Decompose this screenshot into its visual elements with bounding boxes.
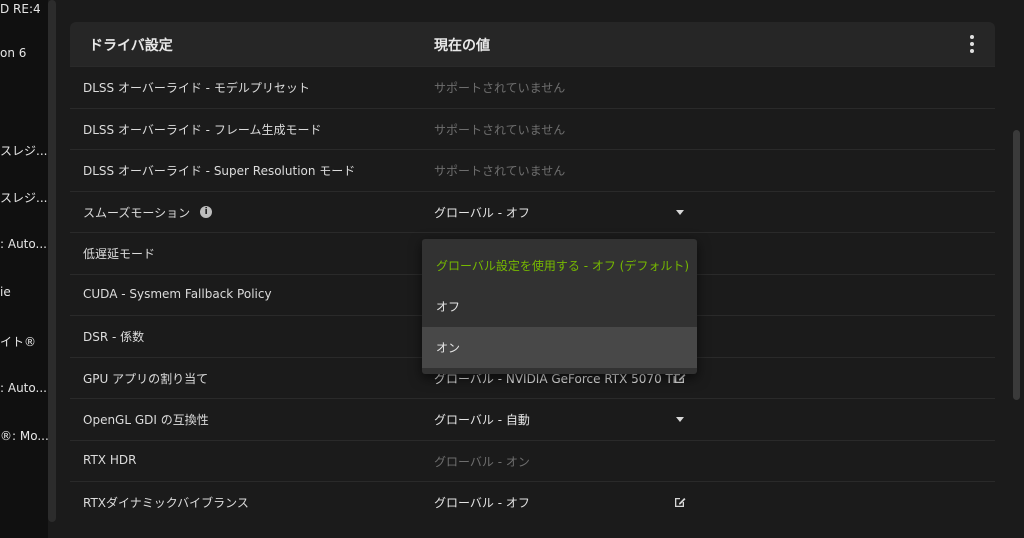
game-list-item[interactable]: : Auto... xyxy=(0,237,47,251)
game-list-item[interactable]: ®: Mo... xyxy=(0,429,48,443)
setting-label: RTXダイナミックバイブランス xyxy=(83,496,249,510)
setting-label: RTX HDR xyxy=(83,452,137,467)
settings-scrollbar[interactable] xyxy=(1013,130,1020,400)
setting-label: DSR - 係数 xyxy=(83,330,145,344)
edit-icon[interactable] xyxy=(673,495,687,509)
dropdown-option-default[interactable]: グローバル設定を使用する - オフ (デフォルト) xyxy=(422,245,697,286)
info-icon[interactable]: i xyxy=(200,206,213,218)
setting-row[interactable]: RTX HDR グローバル - オン xyxy=(70,439,995,482)
kebab-menu-icon[interactable] xyxy=(962,34,982,54)
setting-label: GPU アプリの割り当て xyxy=(83,371,209,386)
setting-row[interactable]: スムーズモーション i グローバル - オフ xyxy=(70,190,995,233)
setting-value: グローバル - オン xyxy=(434,454,530,469)
setting-row[interactable]: DLSS オーバーライド - Super Resolution モード サポート… xyxy=(70,149,995,191)
setting-row[interactable]: DLSS オーバーライド - モデルプリセット サポートされていません xyxy=(70,66,995,108)
setting-label: DLSS オーバーライド - モデルプリセット xyxy=(83,81,310,95)
setting-label: OpenGL GDI の互換性 xyxy=(83,413,209,427)
game-list-item[interactable]: : Auto... xyxy=(0,381,47,395)
dropdown-option-off[interactable]: オフ xyxy=(422,286,697,327)
setting-value: グローバル - オフ xyxy=(434,496,530,510)
dropdown-arrow-icon[interactable] xyxy=(676,209,684,215)
setting-row[interactable]: OpenGL GDI の互換性 グローバル - 自動 xyxy=(70,398,995,440)
game-list-item[interactable]: D RE:4 xyxy=(0,2,41,16)
setting-label: CUDA - Sysmem Fallback Policy xyxy=(83,286,272,301)
setting-value: サポートされていません xyxy=(434,81,566,95)
setting-label: DLSS オーバーライド - フレーム生成モード xyxy=(83,122,322,137)
game-list-scrollbar[interactable] xyxy=(48,0,56,522)
setting-value: サポートされていません xyxy=(434,164,566,178)
game-list-item[interactable]: イト® xyxy=(0,333,36,350)
game-list-item[interactable]: スレジ... xyxy=(0,189,47,206)
setting-label: スムーズモーション i xyxy=(83,204,213,221)
column-header-value: 現在の値 xyxy=(434,38,490,54)
settings-table-header: ドライバ設定 現在の値 xyxy=(70,22,995,66)
setting-row[interactable]: RTXダイナミックバイブランス グローバル - オフ xyxy=(70,481,995,523)
setting-value-dropdown[interactable]: グローバル - 自動 xyxy=(434,411,530,428)
game-list-item[interactable]: スレジ... xyxy=(0,142,47,159)
dropdown-option-on[interactable]: オン xyxy=(422,327,697,368)
setting-label: DLSS オーバーライド - Super Resolution モード xyxy=(83,164,356,178)
setting-value: サポートされていません xyxy=(434,122,566,137)
setting-row[interactable]: DLSS オーバーライド - フレーム生成モード サポートされていません xyxy=(70,107,995,150)
game-list-item[interactable]: on 6 xyxy=(0,46,26,60)
game-list-item[interactable]: ie xyxy=(0,285,11,299)
game-list-pane: D RE:4 on 6 スレジ... スレジ... : Auto... ie イ… xyxy=(0,0,48,538)
column-header-setting: ドライバ設定 xyxy=(89,38,173,54)
setting-label: 低遅延モード xyxy=(83,247,156,261)
dropdown-arrow-icon[interactable] xyxy=(676,417,684,422)
low-latency-dropdown-menu: グローバル設定を使用する - オフ (デフォルト) オフ オン xyxy=(422,239,697,374)
setting-value-dropdown[interactable]: グローバル - オフ xyxy=(434,204,530,221)
